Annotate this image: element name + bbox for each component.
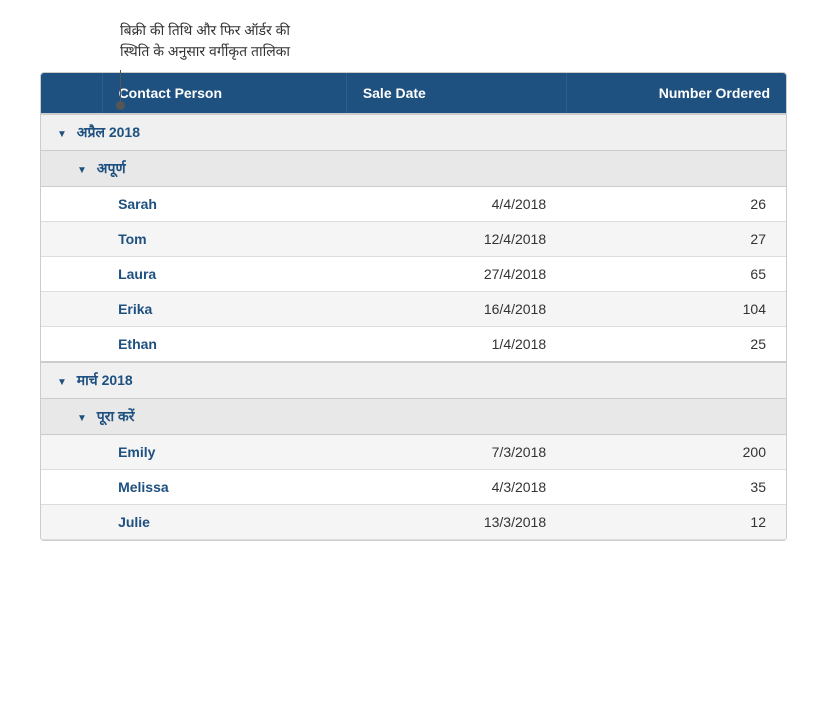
- sale-date-cell: 27/4/2018: [346, 257, 566, 292]
- row-icon-cell: [41, 435, 102, 470]
- contact-name-cell: Melissa: [102, 470, 346, 505]
- contact-name-cell: Ethan: [102, 327, 346, 363]
- number-ordered-cell: 35: [566, 470, 786, 505]
- row-icon-cell: [41, 470, 102, 505]
- table-row: Ethan 1/4/2018 25: [41, 327, 786, 363]
- header-icon-col: [41, 73, 102, 114]
- table-row: Emily 7/3/2018 200: [41, 435, 786, 470]
- subgroup-row-complete[interactable]: ▼ पूरा करें: [41, 399, 786, 435]
- group-row-april2018[interactable]: ▼ अप्रैल 2018: [41, 114, 786, 151]
- number-ordered-cell: 26: [566, 187, 786, 222]
- row-icon-cell: [41, 257, 102, 292]
- number-ordered-cell: 65: [566, 257, 786, 292]
- sale-date-cell: 12/4/2018: [346, 222, 566, 257]
- table-row: Tom 12/4/2018 27: [41, 222, 786, 257]
- sale-date-cell: 13/3/2018: [346, 505, 566, 540]
- main-table-wrapper: Contact Person Sale Date Number Ordered …: [40, 72, 787, 541]
- subgroup-collapse-icon: ▼: [77, 413, 87, 424]
- number-ordered-cell: 25: [566, 327, 786, 363]
- group-label: अप्रैल 2018: [77, 124, 140, 140]
- row-icon-cell: [41, 187, 102, 222]
- contact-name-cell: Sarah: [102, 187, 346, 222]
- contact-name-cell: Laura: [102, 257, 346, 292]
- table-row: Melissa 4/3/2018 35: [41, 470, 786, 505]
- subgroup-collapse-icon: ▼: [77, 165, 87, 176]
- contact-name-cell: Julie: [102, 505, 346, 540]
- group-row-march2018[interactable]: ▼ मार्च 2018: [41, 362, 786, 399]
- row-icon-cell: [41, 222, 102, 257]
- annotation-line2: स्थिति के अनुसार वर्गीकृत तालिका: [120, 43, 290, 59]
- annotation-line1: बिक्री की तिथि और फिर ऑर्डर की: [120, 22, 290, 38]
- sale-date-cell: 4/4/2018: [346, 187, 566, 222]
- number-ordered-cell: 104: [566, 292, 786, 327]
- group-label: मार्च 2018: [77, 372, 133, 388]
- sale-date-cell: 4/3/2018: [346, 470, 566, 505]
- annotation-text: बिक्री की तिथि और फिर ऑर्डर की स्थिति के…: [120, 20, 807, 62]
- table-row: Erika 16/4/2018 104: [41, 292, 786, 327]
- collapse-icon: ▼: [57, 377, 67, 388]
- row-icon-cell: [41, 327, 102, 363]
- subgroup-row-incomplete[interactable]: ▼ अपूर्ण: [41, 151, 786, 187]
- number-ordered-cell: 200: [566, 435, 786, 470]
- contact-name-cell: Emily: [102, 435, 346, 470]
- table-row: Sarah 4/4/2018 26: [41, 187, 786, 222]
- contact-name-cell: Erika: [102, 292, 346, 327]
- row-icon-cell: [41, 292, 102, 327]
- sale-date-cell: 16/4/2018: [346, 292, 566, 327]
- header-number-ordered: Number Ordered: [566, 73, 786, 114]
- header-sale-date: Sale Date: [346, 73, 566, 114]
- header-contact-person: Contact Person: [102, 73, 346, 114]
- subgroup-label: पूरा करें: [97, 408, 135, 424]
- sale-date-cell: 1/4/2018: [346, 327, 566, 363]
- collapse-icon: ▼: [57, 129, 67, 140]
- contact-name-cell: Tom: [102, 222, 346, 257]
- table-row: Laura 27/4/2018 65: [41, 257, 786, 292]
- row-icon-cell: [41, 505, 102, 540]
- table-row: Julie 13/3/2018 12: [41, 505, 786, 540]
- data-table: Contact Person Sale Date Number Ordered …: [41, 73, 786, 540]
- sale-date-cell: 7/3/2018: [346, 435, 566, 470]
- table-header-row: Contact Person Sale Date Number Ordered: [41, 73, 786, 114]
- number-ordered-cell: 27: [566, 222, 786, 257]
- subgroup-label: अपूर्ण: [97, 160, 126, 176]
- annotation-container: बिक्री की तिथि और फिर ऑर्डर की स्थिति के…: [20, 20, 807, 62]
- annotation-line-connector: [120, 70, 121, 110]
- number-ordered-cell: 12: [566, 505, 786, 540]
